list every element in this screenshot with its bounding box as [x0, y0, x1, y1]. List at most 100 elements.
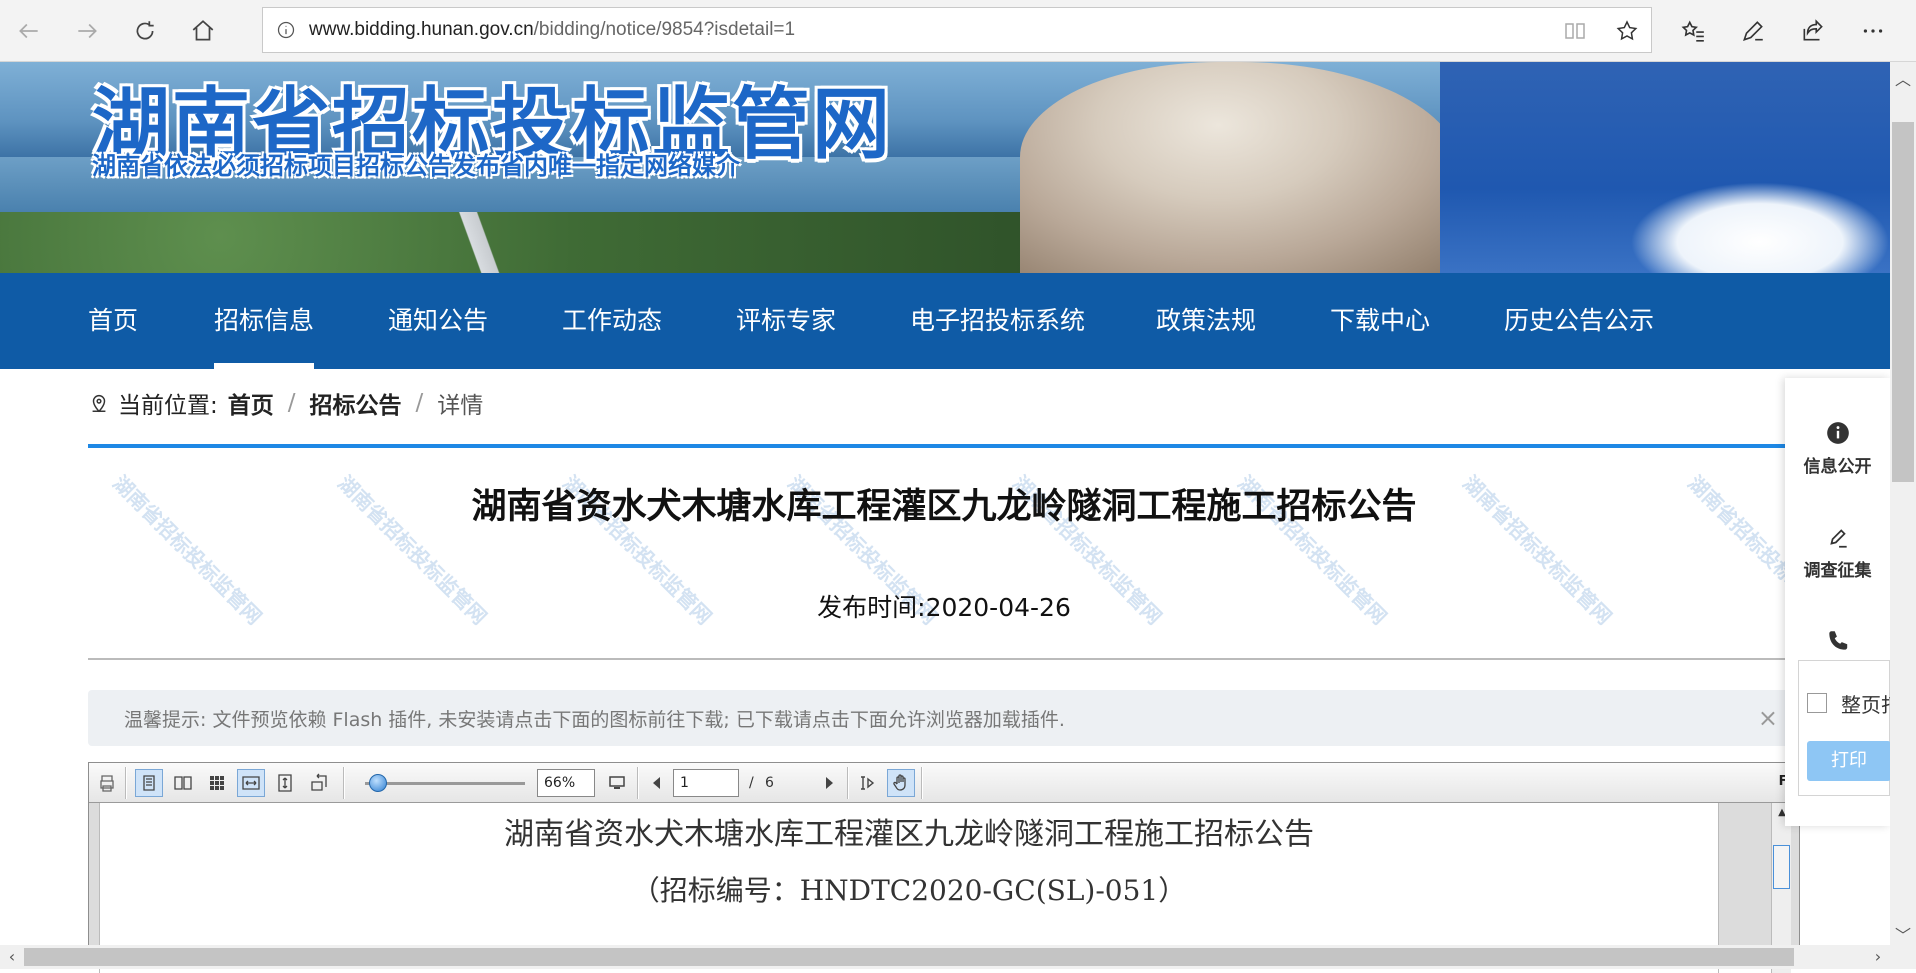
single-page-icon — [143, 775, 155, 791]
print-options-box: 整页打 打印 — [1798, 660, 1901, 796]
scroll-right-icon[interactable]: › — [1866, 945, 1890, 969]
nav-item-policy[interactable]: 政策法规 — [1156, 273, 1256, 369]
breadcrumb-section[interactable]: 招标公告 — [310, 386, 402, 420]
toolbar-divider — [343, 767, 345, 799]
rotate-button[interactable] — [305, 769, 333, 797]
triangle-right-icon — [826, 777, 833, 789]
nav-item-e-bidding[interactable]: 电子招投标系统 — [910, 273, 1085, 369]
fit-height-button[interactable] — [271, 769, 299, 797]
page-vertical-scrollbar[interactable]: ︿ ﹀ — [1890, 62, 1916, 945]
share-icon[interactable] — [1800, 18, 1826, 44]
zoom-slider-track[interactable] — [365, 782, 525, 785]
reading-view-icon[interactable] — [1563, 19, 1587, 43]
pdf-page-bid-number: （招标编号：HNDTC2020-GC(SL)-051） — [631, 874, 1187, 907]
two-page-icon — [174, 776, 192, 790]
fullpage-print-checkbox[interactable] — [1807, 693, 1827, 713]
print-tool-button[interactable] — [93, 769, 121, 797]
forward-button[interactable] — [58, 0, 116, 62]
phone-icon — [1828, 631, 1847, 650]
next-page-button[interactable] — [815, 769, 843, 797]
info-disclosure-label: 信息公开 — [1803, 457, 1872, 477]
two-page-button[interactable] — [169, 769, 197, 797]
site-subtitle: 湖南省依法必须招标项目招标公告发布省内唯一指定网络媒介 — [92, 152, 740, 180]
page-scroll-thumb[interactable] — [1892, 122, 1914, 482]
monitor-icon — [609, 776, 625, 789]
site-info-icon[interactable] — [263, 20, 309, 40]
grid-icon — [210, 776, 224, 790]
back-button[interactable] — [0, 0, 58, 62]
info-disclosure-button[interactable]: 信息公开 — [1785, 420, 1890, 477]
page-separator: / — [749, 775, 754, 791]
banner-bridge — [440, 212, 530, 273]
fit-width-button[interactable] — [237, 769, 265, 797]
page-total: 6 — [765, 775, 774, 791]
pdf-viewer: 66% 1 / 6 FP 湖南省资水犬木塘水库工程灌区九龙岭隧洞工程施工招标公告… — [88, 762, 1800, 973]
pdf-toolbar: 66% 1 / 6 FP — [89, 763, 1799, 803]
banner-cloud — [1630, 182, 1890, 273]
site-banner: 湖南省招标投标监管网 湖南省依法必须招标项目招标公告发布省内唯一指定网络媒介 — [0, 62, 1890, 273]
content-top-rule — [88, 444, 1898, 448]
scroll-left-icon[interactable]: ‹ — [0, 945, 24, 969]
toolbar-divider — [637, 767, 639, 799]
nav-item-history[interactable]: 历史公告公示 — [1504, 273, 1654, 369]
browser-toolbar: www.bidding.hunan.gov.cn/bidding/notice/… — [0, 0, 1916, 62]
triangle-left-icon — [653, 777, 660, 789]
pdf-scroll-thumb[interactable] — [1773, 845, 1790, 889]
url-text[interactable]: www.bidding.hunan.gov.cn/bidding/notice/… — [309, 19, 795, 41]
printer-icon — [100, 775, 114, 792]
star-icon[interactable] — [1615, 19, 1639, 43]
banner-statue — [1020, 62, 1460, 273]
main-nav: 首页 招标信息 通知公告 工作动态 评标专家 电子招投标系统 政策法规 下载中心… — [0, 273, 1890, 369]
rotate-icon — [311, 773, 327, 791]
page-hscroll-thumb[interactable] — [24, 948, 1794, 966]
publish-date: 发布时间:2020-04-26 — [817, 593, 1071, 622]
nav-item-downloads[interactable]: 下载中心 — [1330, 273, 1430, 369]
breadcrumb-separator: / — [287, 390, 296, 416]
toolbar-divider — [847, 767, 849, 799]
pen-icon[interactable] — [1740, 18, 1766, 44]
location-pin-icon — [92, 395, 106, 413]
survey-label: 调查征集 — [1803, 561, 1872, 581]
nav-item-work-news[interactable]: 工作动态 — [562, 273, 662, 369]
toolbar-divider — [921, 767, 923, 799]
nav-item-notices[interactable]: 通知公告 — [388, 273, 488, 369]
single-page-button[interactable] — [135, 769, 163, 797]
refresh-button[interactable] — [116, 0, 174, 62]
refresh-icon — [136, 20, 154, 39]
fullscreen-button[interactable] — [603, 769, 631, 797]
title-divider — [88, 658, 1898, 660]
survey-button[interactable]: 调查征集 — [1785, 524, 1890, 581]
hand-tool-button[interactable] — [887, 769, 915, 797]
notice-title: 湖南省资水犬木塘水库工程灌区九龙岭隧洞工程施工招标公告 — [471, 487, 1417, 527]
tip-close-button[interactable]: × — [1758, 704, 1778, 732]
nav-item-bidding-info[interactable]: 招标信息 — [214, 273, 315, 369]
grid-view-button[interactable] — [203, 769, 231, 797]
scroll-up-icon[interactable]: ︿ — [1890, 66, 1916, 90]
prev-page-button[interactable] — [643, 769, 671, 797]
breadcrumb-separator: / — [415, 390, 424, 416]
home-icon — [192, 19, 214, 41]
flash-tip-text: 温馨提示: 文件预览依赖 Flash 插件, 未安装请点击下面的图标前往下载; … — [124, 708, 1065, 731]
home-button[interactable] — [174, 0, 232, 62]
zoom-input[interactable]: 66% — [537, 769, 595, 797]
edit-icon — [1829, 529, 1847, 548]
zoom-slider-handle[interactable] — [369, 774, 387, 792]
breadcrumb-current: 详情 — [437, 393, 484, 419]
more-icon[interactable] — [1860, 18, 1886, 44]
address-bar[interactable]: www.bidding.hunan.gov.cn/bidding/notice/… — [262, 7, 1652, 53]
scroll-down-icon[interactable]: ﹀ — [1890, 922, 1916, 946]
nav-item-experts[interactable]: 评标专家 — [736, 273, 836, 369]
nav-item-home[interactable]: 首页 — [88, 273, 138, 369]
info-icon — [1826, 422, 1849, 444]
favorites-icon[interactable] — [1680, 18, 1706, 44]
print-button[interactable]: 打印 — [1807, 741, 1891, 781]
page-number-input[interactable]: 1 — [673, 769, 739, 797]
phone-button[interactable] — [1785, 628, 1890, 660]
flash-tip-banner: 温馨提示: 文件预览依赖 Flash 插件, 未安装请点击下面的图标前往下载; … — [88, 690, 1800, 746]
banner-trees — [0, 212, 1100, 273]
text-select-button[interactable] — [853, 769, 881, 797]
pdf-page-title: 湖南省资水犬木塘水库工程灌区九龙岭隧洞工程施工招标公告 — [504, 817, 1314, 852]
fit-height-icon — [278, 774, 292, 792]
breadcrumb-home[interactable]: 首页 — [228, 386, 274, 420]
page-horizontal-scrollbar[interactable]: ‹ › — [0, 945, 1890, 969]
